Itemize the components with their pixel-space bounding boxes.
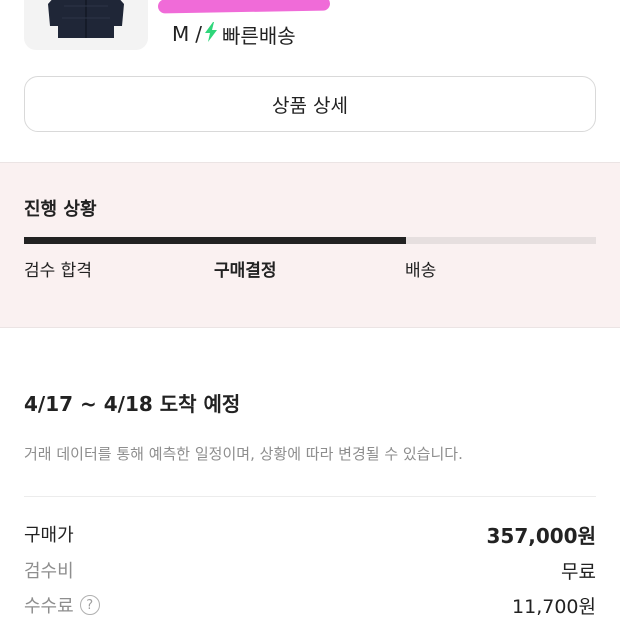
inspection-fee-row: 검수비 무료 <box>24 555 596 585</box>
shipping-label: 빠른배송 <box>222 23 296 48</box>
product-name-redacted <box>157 0 331 14</box>
commission-row: 수수료 ? 11,700원 <box>24 590 596 620</box>
jacket-image <box>48 0 124 38</box>
progress-section: 진행 상황 검수 합격 구매결정 배송 <box>0 162 620 328</box>
purchase-price-label: 구매가 <box>24 525 74 546</box>
inspection-fee-label: 검수비 <box>24 561 74 582</box>
product-thumbnail[interactable] <box>24 0 148 50</box>
lightning-bolt-icon <box>204 21 218 47</box>
question-circle-icon[interactable]: ? <box>79 595 100 615</box>
delivery-eta-note: 거래 데이터를 통해 예측한 일정이며, 상황에 따라 변경될 수 있습니다. <box>24 445 463 463</box>
product-detail-label: 상품 상세 <box>272 94 348 117</box>
progress-track <box>24 237 596 244</box>
product-option: M / 빠른배송 <box>172 20 296 48</box>
section-divider <box>24 496 596 497</box>
progress-step-purchase-confirmed: 구매결정 <box>214 261 277 281</box>
commission-label-group: 수수료 ? <box>24 592 100 618</box>
product-summary: M / 빠른배송 <box>0 0 620 60</box>
option-size: M <box>172 22 190 46</box>
progress-step-shipping: 배송 <box>405 261 437 281</box>
progress-step-inspection-passed: 검수 합격 <box>24 261 92 281</box>
purchase-price-row: 구매가 357,000원 <box>24 519 596 549</box>
commission-label: 수수료 <box>24 596 74 617</box>
option-separator: / <box>195 22 203 46</box>
product-detail-button[interactable]: 상품 상세 <box>24 76 596 132</box>
inspection-fee-value: 무료 <box>561 560 596 583</box>
progress-title: 진행 상황 <box>24 199 97 220</box>
purchase-price-value: 357,000원 <box>486 523 597 548</box>
commission-value: 11,700원 <box>512 595 596 618</box>
progress-fill <box>24 237 406 244</box>
delivery-eta: 4/17 ~ 4/18 도착 예정 <box>24 392 241 416</box>
